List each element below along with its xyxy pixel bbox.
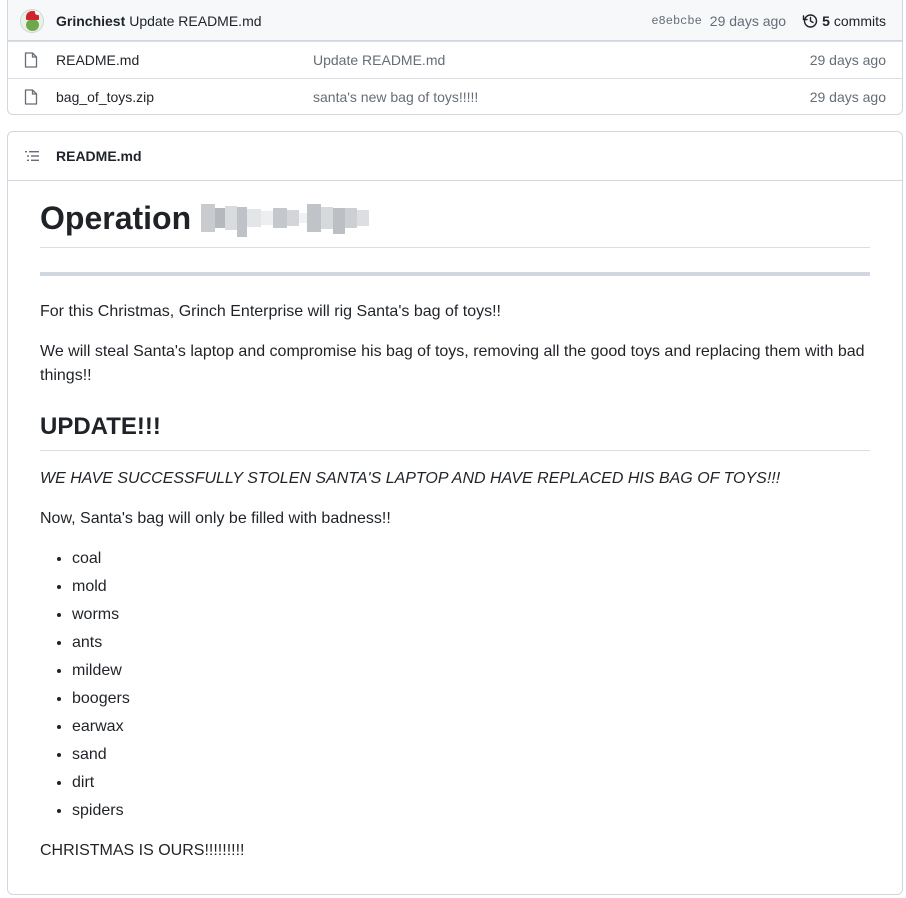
closing-paragraph: CHRISTMAS IS OURS!!!!!!!!! <box>40 842 245 859</box>
file-icon <box>24 89 40 105</box>
commit-sha-link[interactable]: e8ebcbe <box>651 14 701 28</box>
plan-paragraph: We will steal Santa's laptop and comprom… <box>40 343 865 384</box>
outline-icon[interactable] <box>24 148 40 164</box>
commit-author-link[interactable]: Grinchiest <box>56 13 125 29</box>
readme-title-link[interactable]: README.md <box>56 148 142 164</box>
update-italic-paragraph: WE HAVE SUCCESSFULLY STOLEN SANTA'S LAPT… <box>40 470 781 487</box>
list-item: earwax <box>72 715 870 739</box>
readme-header: README.md <box>8 132 902 181</box>
list-item: spiders <box>72 799 870 823</box>
update-heading: UPDATE!!! <box>40 412 870 451</box>
file-name-link[interactable]: bag_of_toys.zip <box>56 89 313 105</box>
list-item: coal <box>72 547 870 571</box>
history-icon <box>802 13 818 28</box>
latest-commit-bar: Grinchiest Update README.md e8ebcbe 29 d… <box>8 0 902 41</box>
badness-list: coal mold worms ants mildew boogers earw… <box>40 547 870 823</box>
redacted-pixelation <box>201 201 370 237</box>
readme-panel: README.md Operation For this Christmas, … <box>7 131 903 895</box>
list-item: sand <box>72 743 870 767</box>
commits-history-link[interactable]: 5 commits <box>802 13 886 29</box>
list-item: mildew <box>72 659 870 683</box>
file-age: 29 days ago <box>809 52 886 68</box>
avatar[interactable] <box>20 8 44 33</box>
file-age: 29 days ago <box>809 89 886 105</box>
file-name-link[interactable]: README.md <box>56 52 313 68</box>
horizontal-rule <box>40 272 870 276</box>
commit-count: 5 <box>822 12 830 29</box>
file-commit-link[interactable]: Update README.md <box>313 52 810 68</box>
list-item: ants <box>72 631 870 655</box>
list-item: dirt <box>72 771 870 795</box>
file-browser: Grinchiest Update README.md e8ebcbe 29 d… <box>7 0 903 115</box>
commit-age: 29 days ago <box>709 12 787 29</box>
readme-heading-text: Operation <box>40 200 192 236</box>
intro-paragraph: For this Christmas, Grinch Enterprise wi… <box>40 303 501 320</box>
list-item: mold <box>72 575 870 599</box>
readme-heading: Operation <box>40 201 870 248</box>
file-icon <box>24 52 40 68</box>
readme-article: Operation For this Christmas, Grinch Ent… <box>8 201 902 863</box>
commits-label: commits <box>833 12 886 29</box>
list-item: boogers <box>72 687 870 711</box>
list-item: worms <box>72 603 870 627</box>
file-row[interactable]: bag_of_toys.zip santa's new bag of toys!… <box>8 78 902 115</box>
file-commit-link[interactable]: santa's new bag of toys!!!!! <box>313 89 810 105</box>
commit-message-link[interactable]: Update README.md <box>129 13 261 29</box>
now-paragraph: Now, Santa's bag will only be filled wit… <box>40 510 391 527</box>
file-row[interactable]: README.md Update README.md 29 days ago <box>8 41 902 78</box>
